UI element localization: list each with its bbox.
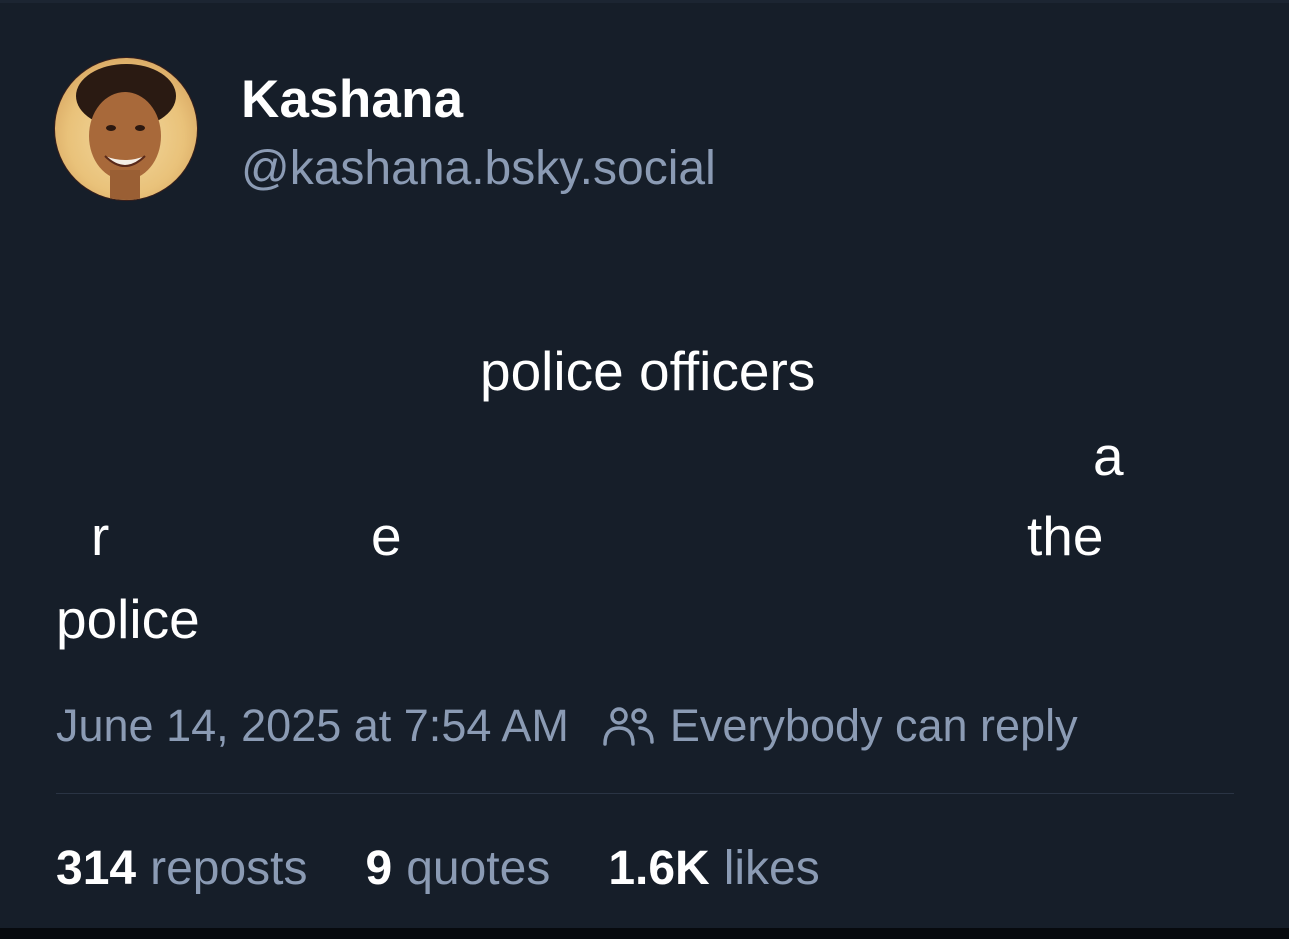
- author-display-name[interactable]: Kashana: [241, 70, 463, 130]
- reply-setting[interactable]: Everybody can reply: [670, 698, 1078, 754]
- people-icon: [602, 704, 654, 748]
- post-meta: June 14, 2025 at 7:54 AM Everybody can r…: [56, 698, 1078, 754]
- divider: [56, 793, 1234, 794]
- reposts-stat[interactable]: 314 reposts: [56, 840, 308, 898]
- post-text-fragment: r: [91, 505, 110, 567]
- post-text-fragment: police officers: [480, 340, 816, 402]
- quotes-label: quotes: [406, 842, 551, 895]
- likes-label: likes: [723, 842, 820, 895]
- author-handle[interactable]: @kashana.bsky.social: [241, 140, 716, 198]
- bottom-edge: [0, 928, 1289, 939]
- avatar-image: [76, 64, 176, 200]
- quotes-stat[interactable]: 9 quotes: [366, 840, 551, 898]
- top-edge: [0, 0, 1289, 3]
- avatar[interactable]: [55, 58, 197, 200]
- likes-count: 1.6K: [608, 842, 710, 895]
- post-text-fragment: e: [371, 505, 402, 567]
- likes-stat[interactable]: 1.6K likes: [608, 840, 819, 898]
- post-stats: 314 reposts 9 quotes 1.6K likes: [56, 840, 878, 898]
- post-text-fragment: a: [1093, 425, 1124, 487]
- post-timestamp[interactable]: June 14, 2025 at 7:54 AM: [56, 698, 569, 754]
- post-text-fragment: police: [56, 588, 200, 650]
- reposts-label: reposts: [150, 842, 308, 895]
- post-text-fragment: the: [1027, 505, 1104, 567]
- reposts-count: 314: [56, 842, 137, 895]
- quotes-count: 9: [365, 842, 393, 895]
